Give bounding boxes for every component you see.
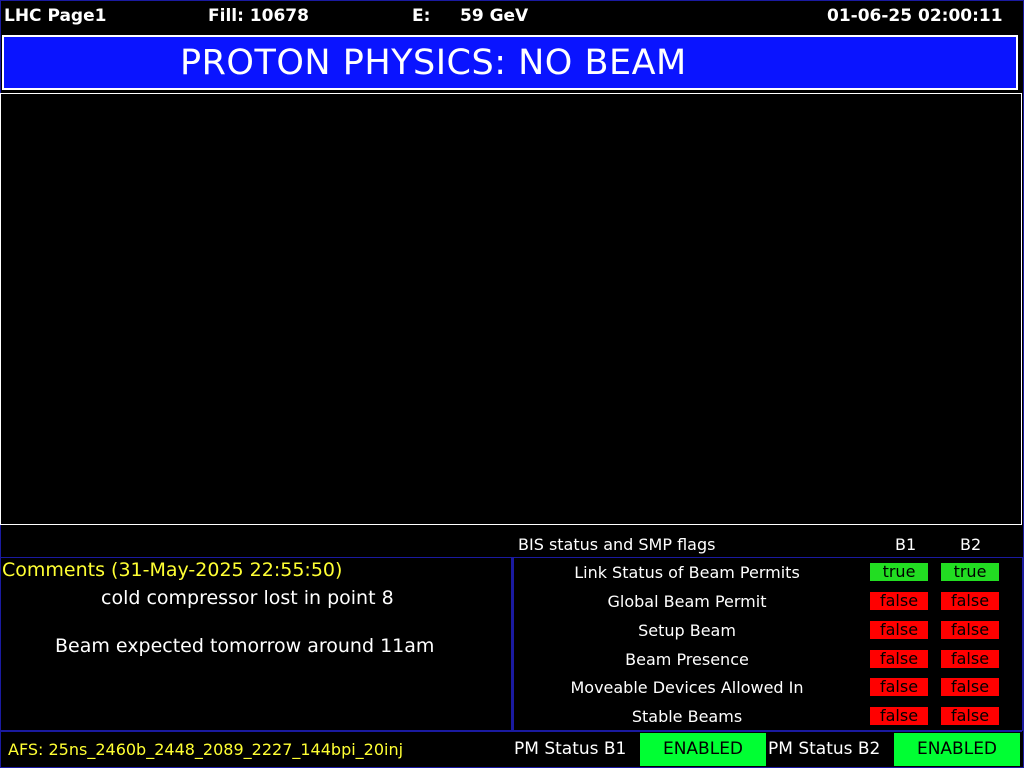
- flag-b1-global-beam-permit: false: [870, 592, 928, 610]
- flag-b2-global-beam-permit: false: [941, 592, 999, 610]
- afs-filling-scheme: AFS: 25ns_2460b_2448_2089_2227_144bpi_20…: [8, 740, 404, 759]
- pm-status-b2-badge: ENABLED: [894, 733, 1020, 766]
- pm-status-b1-label: PM Status B1: [514, 739, 627, 759]
- flag-b1-link-status: true: [870, 563, 928, 581]
- col-header-b1: B1: [895, 535, 917, 554]
- energy-value: 59 GeV: [460, 6, 529, 26]
- flag-label-beam-presence: Beam Presence: [625, 650, 749, 669]
- flag-b2-link-status: true: [941, 563, 999, 581]
- banner-text: PROTON PHYSICS: NO BEAM: [180, 43, 687, 83]
- flag-b2-setup-beam: false: [941, 621, 999, 639]
- flag-label-moveable-devices: Moveable Devices Allowed In: [570, 678, 804, 697]
- flag-b2-moveable-devices: false: [941, 678, 999, 696]
- comment-line: cold compressor lost in point 8: [101, 587, 394, 609]
- flag-b1-beam-presence: false: [870, 650, 928, 668]
- flag-label-setup-beam: Setup Beam: [638, 621, 736, 640]
- flag-b1-moveable-devices: false: [870, 678, 928, 696]
- flag-b1-stable-beams: false: [870, 707, 928, 725]
- col-header-b2: B2: [960, 535, 982, 554]
- datetime: 01-06-25 02:00:11: [827, 6, 1003, 26]
- flags-panel: [512, 557, 1023, 731]
- status-banner: PROTON PHYSICS: NO BEAM: [2, 35, 1018, 90]
- flag-label-global-beam-permit: Global Beam Permit: [607, 592, 767, 611]
- page-title: LHC Page1: [4, 6, 107, 26]
- fill-number: Fill: 10678: [208, 6, 309, 26]
- comment-line: Beam expected tomorrow around 11am: [55, 635, 435, 657]
- energy-label: E:: [412, 6, 431, 26]
- pm-status-b1-badge: ENABLED: [640, 733, 766, 766]
- flag-label-link-status: Link Status of Beam Permits: [574, 563, 800, 582]
- flag-b1-setup-beam: false: [870, 621, 928, 639]
- bis-title: BIS status and SMP flags: [518, 535, 716, 554]
- flag-label-stable-beams: Stable Beams: [631, 707, 743, 726]
- comments-title: Comments (31-May-2025 22:55:50): [2, 559, 343, 581]
- flag-b2-stable-beams: false: [941, 707, 999, 725]
- pm-status-b2-label: PM Status B2: [768, 739, 881, 759]
- flag-b2-beam-presence: false: [941, 650, 999, 668]
- plot-area: [0, 93, 1022, 525]
